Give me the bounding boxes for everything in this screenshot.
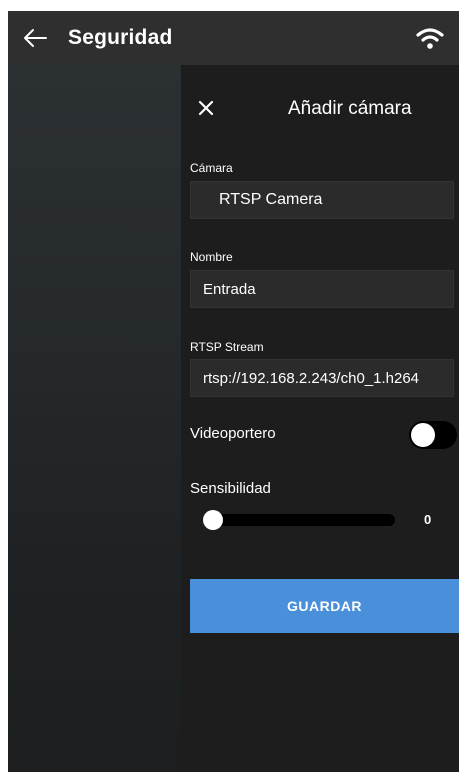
doorbell-label: Videoportero: [190, 425, 276, 442]
top-bar: Seguridad: [8, 11, 459, 65]
sensitivity-value: 0: [424, 512, 432, 527]
wifi-icon: [416, 28, 444, 49]
stream-input[interactable]: rtsp://192.168.2.243/ch0_1.h264: [190, 359, 454, 397]
arrow-left-icon: [24, 29, 47, 47]
panel-title: Añadir cámara: [288, 98, 412, 119]
camera-select[interactable]: RTSP Camera: [190, 181, 454, 219]
close-button[interactable]: [195, 97, 217, 119]
app-frame: Seguridad Añadir cámara Cámara RTSP Came…: [8, 11, 459, 772]
sensitivity-label: Sensibilidad: [190, 480, 271, 497]
background-panel: [8, 65, 181, 772]
camera-label: Cámara: [190, 161, 233, 175]
sensitivity-slider-track[interactable]: [207, 514, 395, 526]
toggle-knob: [411, 423, 435, 447]
doorbell-toggle[interactable]: [409, 421, 457, 449]
add-camera-panel: Añadir cámara Cámara RTSP Camera Nombre …: [181, 65, 459, 772]
close-icon: [198, 100, 214, 116]
save-button[interactable]: GUARDAR: [190, 579, 459, 633]
name-label: Nombre: [190, 250, 233, 264]
back-button[interactable]: [20, 23, 50, 53]
page-title: Seguridad: [68, 26, 173, 49]
sensitivity-slider-thumb[interactable]: [203, 510, 223, 530]
name-input[interactable]: Entrada: [190, 270, 454, 308]
wifi-status: [415, 23, 445, 53]
stream-label: RTSP Stream: [190, 340, 264, 354]
